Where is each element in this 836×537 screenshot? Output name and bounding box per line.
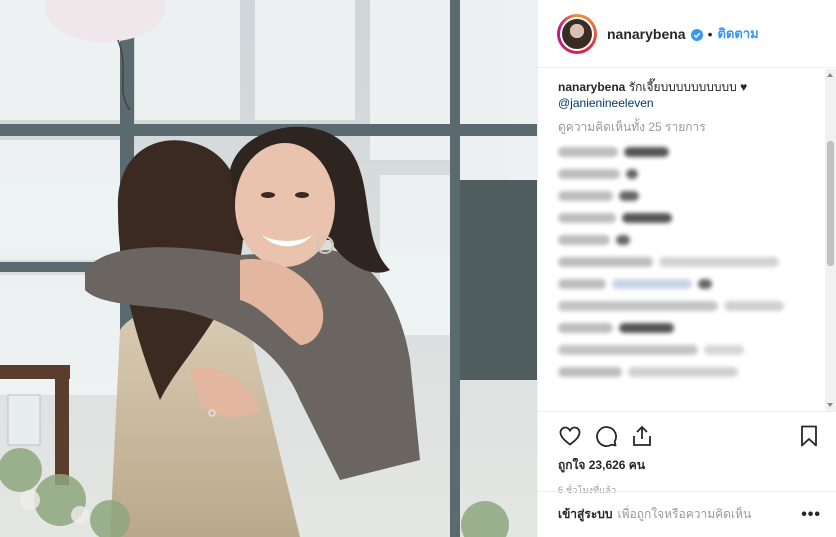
hug-photo-illustration — [0, 0, 537, 537]
caption: nanarybena รักเจี๊ยบบบบบบบบบบ ♥ — [558, 79, 826, 96]
caption-mention[interactable]: @janienineeleven — [558, 96, 826, 110]
comments-scrollbar[interactable] — [825, 69, 836, 411]
more-options-button[interactable]: ••• — [801, 506, 821, 524]
post-side-panel: nanarybena • ติดตาม nanarybena รักเจี๊ยบ… — [537, 0, 836, 537]
blurred-comment — [558, 191, 826, 201]
username-link[interactable]: nanarybena — [607, 26, 686, 42]
blurred-comment — [558, 345, 826, 355]
blurred-comment — [558, 301, 826, 311]
blurred-comment — [558, 169, 826, 179]
verified-badge-icon — [690, 28, 703, 41]
avatar-story-ring[interactable] — [557, 13, 597, 54]
comments-list[interactable]: nanarybena รักเจี๊ยบบบบบบบบบบ ♥ @janieni… — [538, 69, 826, 411]
likes-count[interactable]: ถูกใจ 23,626 คน — [558, 456, 821, 475]
blurred-comment — [558, 279, 826, 289]
follow-button[interactable]: ติดตาม — [718, 23, 759, 44]
scroll-up-arrow-icon[interactable] — [827, 73, 833, 77]
login-prompt: เพื่อถูกใจหรือความคิดเห็น — [617, 507, 752, 521]
comment-icon[interactable] — [594, 424, 618, 448]
scrollbar-thumb[interactable] — [827, 141, 834, 266]
bookmark-icon[interactable] — [797, 424, 821, 448]
blurred-comment — [558, 367, 826, 377]
post-actions: ถูกใจ 23,626 คน 6 ชั่วโมงที่แล้ว — [538, 411, 836, 497]
blurred-comment — [558, 257, 826, 267]
caption-text: รักเจี๊ยบบบบบบบบบบ ♥ — [625, 80, 748, 94]
scroll-down-arrow-icon[interactable] — [827, 403, 833, 407]
heart-icon[interactable] — [558, 424, 582, 448]
instagram-post-window: nanarybena • ติดตาม nanarybena รักเจี๊ยบ… — [0, 0, 836, 537]
blurred-comment — [558, 323, 826, 333]
share-icon[interactable] — [630, 424, 654, 448]
blurred-comment — [558, 235, 826, 245]
header-separator: • — [707, 25, 713, 42]
action-icons-row — [558, 418, 821, 454]
avatar[interactable] — [560, 16, 594, 51]
caption-username[interactable]: nanarybena — [558, 80, 625, 94]
blurred-comment — [558, 147, 826, 157]
post-photo[interactable] — [0, 0, 537, 537]
login-link[interactable]: เข้าสู่ระบบ — [558, 505, 613, 524]
blurred-comment — [558, 213, 826, 223]
post-header: nanarybena • ติดตาม — [538, 0, 836, 68]
login-bar: เข้าสู่ระบบ เพื่อถูกใจหรือความคิดเห็น ••… — [538, 491, 836, 537]
view-all-comments-link[interactable]: ดูความคิดเห็นทั้ง 25 รายการ — [558, 118, 826, 137]
